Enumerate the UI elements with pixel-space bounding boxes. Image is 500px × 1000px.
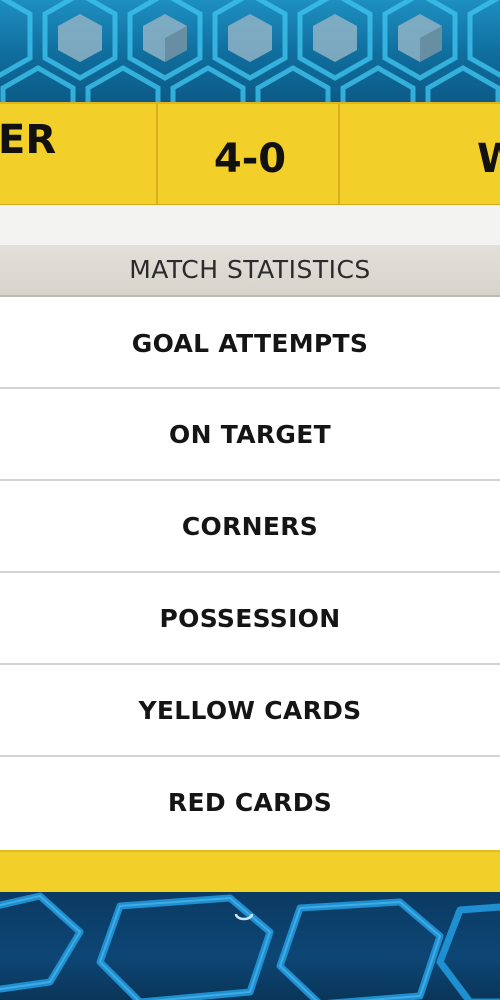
hexagon-pattern-background-bottom xyxy=(0,892,500,1000)
hexagon-pattern-background-top xyxy=(0,0,500,104)
statistics-list: GOAL ATTEMPTS ON TARGET CORNERS POSSESSI… xyxy=(0,297,500,853)
match-score: 4-0 xyxy=(213,136,287,182)
match-statistics-header: MATCH STATISTICS xyxy=(0,245,500,297)
stat-row-possession: POSSESSION xyxy=(0,573,500,665)
hexagon-outlines xyxy=(0,892,500,1000)
stat-row-on-target: ON TARGET xyxy=(0,389,500,481)
stat-label: CORNERS xyxy=(181,512,319,541)
divider-band xyxy=(0,205,500,245)
away-team-cell: W xyxy=(342,104,500,204)
stat-label: ON TARGET xyxy=(169,420,331,449)
match-stats-screen: ER 4-0 W MATCH STATISTICS GOAL ATTEMPTS … xyxy=(0,0,500,1000)
stat-label: YELLOW CARDS xyxy=(138,696,362,725)
scoreboard-bar: ER 4-0 W xyxy=(0,102,500,207)
score-cell: 4-0 xyxy=(160,104,340,204)
home-team-name: ER xyxy=(0,117,57,163)
home-team-cell: ER xyxy=(0,104,158,204)
stat-label: RED CARDS xyxy=(167,788,333,817)
stat-label: GOAL ATTEMPTS xyxy=(131,329,369,358)
stat-label: POSSESSION xyxy=(159,604,341,633)
stat-row-corners: CORNERS xyxy=(0,481,500,573)
stat-row-goal-attempts: GOAL ATTEMPTS xyxy=(0,297,500,389)
match-statistics-title: MATCH STATISTICS xyxy=(129,255,371,284)
away-team-name: W xyxy=(477,136,500,182)
hexagon-tiles xyxy=(0,0,500,104)
stat-row-yellow-cards: YELLOW CARDS xyxy=(0,665,500,757)
bottom-yellow-strip xyxy=(0,850,500,892)
stat-row-red-cards: RED CARDS xyxy=(0,757,500,849)
